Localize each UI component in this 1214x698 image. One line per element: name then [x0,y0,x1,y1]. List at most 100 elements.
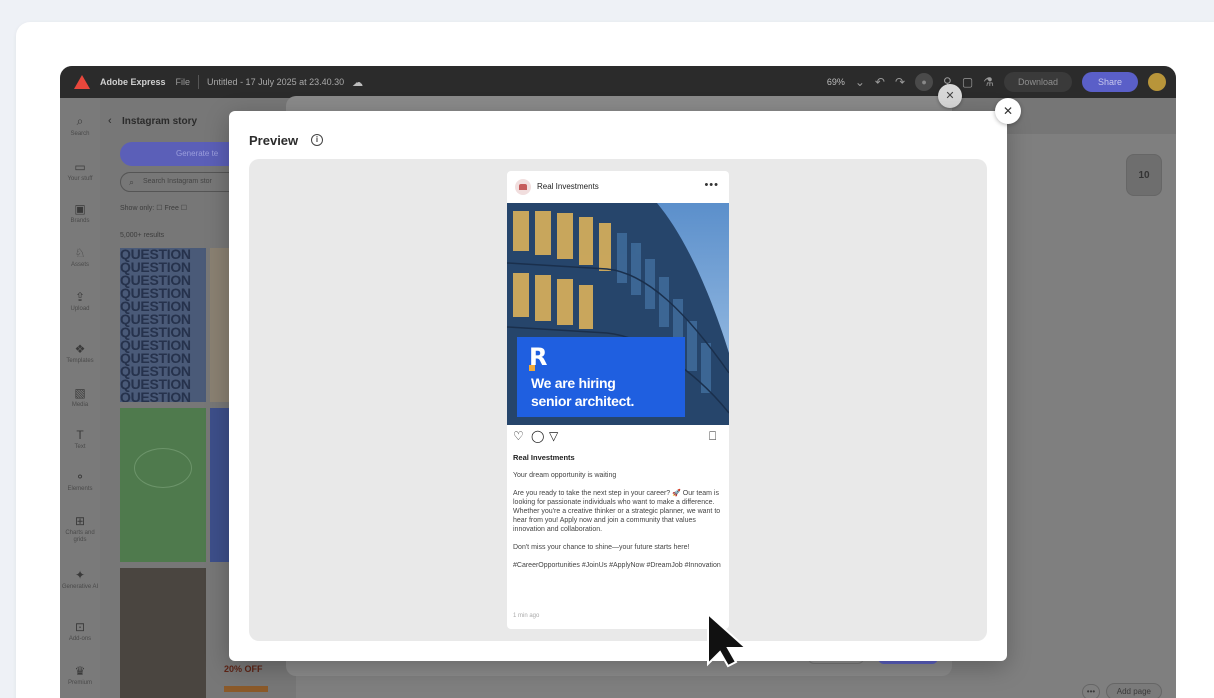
collaborator-icon[interactable]: ● [915,73,934,91]
more-options-icon[interactable]: ••• [1082,684,1100,698]
rail-item-your-stuff[interactable]: ▭ Your stuff [60,160,100,183]
rail-item-addons[interactable]: ⊡ Add-ons [60,620,100,643]
flask-icon[interactable]: ⚗ [983,75,994,89]
rail-item-brands[interactable]: ▣ Brands [60,202,100,225]
page-count-widget[interactable]: 10 [1126,154,1162,196]
chevron-down-icon[interactable]: ⌄ [855,75,865,89]
rail-label: Your stuff [67,176,93,182]
caption-username: Real Investments [513,453,575,462]
search-placeholder: Search Instagram stor [143,178,212,185]
rail-label: Add-ons [68,636,92,642]
rail-item-assets[interactable]: ♘ Assets [60,246,100,269]
rail-label: Upload [70,306,90,312]
rail-label: Generative AI [61,584,99,590]
send-icon: ▽ [549,429,559,443]
rail-item-media[interactable]: ▧ Media [60,386,100,409]
upload-icon: ⇪ [74,290,86,304]
template-thumbnail-question[interactable]: QUESTION QUESTION QUESTION QUESTION QUES… [120,248,206,402]
divider [198,75,200,89]
addons-icon: ⊡ [74,620,86,634]
text-icon: T [76,428,84,442]
rail-item-charts[interactable]: ⊞ Charts and grids [60,514,100,544]
adobe-logo-icon[interactable] [74,75,90,89]
back-chevron-icon[interactable]: ‹ [108,115,112,127]
add-page-button[interactable]: Add page [1105,683,1162,698]
search-icon: ⌕ [76,114,84,128]
document-title[interactable]: Untitled - 17 July 2025 at 23.40.30 [207,77,344,87]
template-thumbnail-green[interactable] [120,408,206,562]
decorative-shape [134,448,192,488]
rail-label: Charts and grids [65,530,95,543]
post-actions: ♡ ◯ ▽ ⎕ [513,429,723,445]
headline-line-1: We are hiring [531,375,616,391]
hiring-banner: R We are hiring senior architect. [517,337,685,417]
post-timestamp: 1 min ago [513,613,540,619]
show-only-label: Show only: [120,205,155,212]
mouse-cursor-icon [707,612,749,668]
rail-label: Assets [70,262,89,268]
download-button[interactable]: Download [1003,72,1072,92]
search-icon: ⌕ [129,177,135,187]
post-header: Real Investments ••• [507,171,729,203]
rail-label: Elements [67,486,93,492]
decorative-bar [224,686,268,692]
premium-icon: ♛ [74,664,86,678]
checkbox-icon[interactable]: ☐ [181,205,187,212]
share-button[interactable]: Share [1081,72,1138,92]
question-text: QUESTION [120,389,191,402]
preview-modal: Preview i Real Investments ••• R We are … [229,111,1007,661]
profile-avatar [515,179,531,195]
rail-item-elements[interactable]: ⚬ Elements [60,470,100,493]
top-bar-actions: 69% ⌄ ↶ ↷ ● ⚲ ▢ ⚗ Download Share [827,66,1166,98]
elements-icon: ⚬ [74,470,86,484]
rail-item-upload[interactable]: ⇪ Upload [60,290,100,313]
post-image: R We are hiring senior architect. [507,203,729,425]
user-avatar[interactable] [1148,73,1166,91]
left-rail: ⌕ Search ▭ Your stuff ▣ Brands ♘ Assets ⇪ Upl… [60,98,100,698]
media-icon: ▧ [74,386,86,400]
folder-icon: ▭ [74,160,86,174]
results-count: 5,000+ results [120,232,165,239]
brand-letter: R [529,343,548,371]
zoom-level[interactable]: 69% [827,77,845,87]
template-thumbnail-dark[interactable] [120,568,206,698]
post-caption: Your dream opportunity is waiting Are yo… [513,471,725,579]
ai-icon: ✦ [74,568,86,582]
caption-title: Your dream opportunity is waiting [513,472,617,479]
redo-icon[interactable]: ↷ [895,75,905,89]
free-filter-label[interactable]: Free [164,205,178,212]
caption-body: Are you ready to take the next step in y… [513,490,721,533]
instagram-post: Real Investments ••• R We are hiring sen… [507,171,729,629]
rail-item-generative-ai[interactable]: ✦ Generative AI [60,568,100,591]
sale-text: 20% OFF [224,664,263,674]
post-username: Real Investments [537,182,599,191]
panel-title: Instagram story [122,116,198,127]
filter-row: Show only: ☐ Free ☐ [120,204,187,212]
info-icon[interactable]: i [311,134,323,146]
background-close-icon[interactable]: ✕ [938,84,962,108]
bookmark-icon: ⎕ [709,429,717,443]
more-icon: ••• [704,179,719,191]
file-menu[interactable]: File [176,77,191,87]
rail-item-search[interactable]: ⌕ Search [60,114,100,138]
assets-icon: ♘ [74,246,86,260]
headline-line-2: senior architect. [531,393,635,409]
charts-icon: ⊞ [74,514,86,528]
checkbox-icon[interactable]: ☐ [156,205,162,212]
close-icon[interactable]: ✕ [995,98,1021,124]
brand-icon: ▣ [74,202,86,216]
top-bar: Adobe Express File Untitled - 17 July 20… [60,66,1176,98]
rail-label: Search [70,131,90,137]
caption-cta: Don't miss your chance to shine—your fut… [513,544,690,551]
templates-icon: ❖ [74,342,86,356]
app-name: Adobe Express [100,77,166,87]
rail-item-templates[interactable]: ❖ Templates [60,342,100,365]
preview-stage: Real Investments ••• R We are hiring sen… [249,159,987,641]
caption-hashtags: #CareerOpportunities #JoinUs #ApplyNow #… [513,562,721,569]
undo-icon[interactable]: ↶ [875,75,885,89]
rail-item-text[interactable]: T Text [60,428,100,451]
rail-item-premium[interactable]: ♛ Premium [60,664,100,687]
comment-icon[interactable]: ▢ [962,75,973,89]
modal-title: Preview [249,133,299,148]
cloud-icon: ☁ [352,76,364,89]
